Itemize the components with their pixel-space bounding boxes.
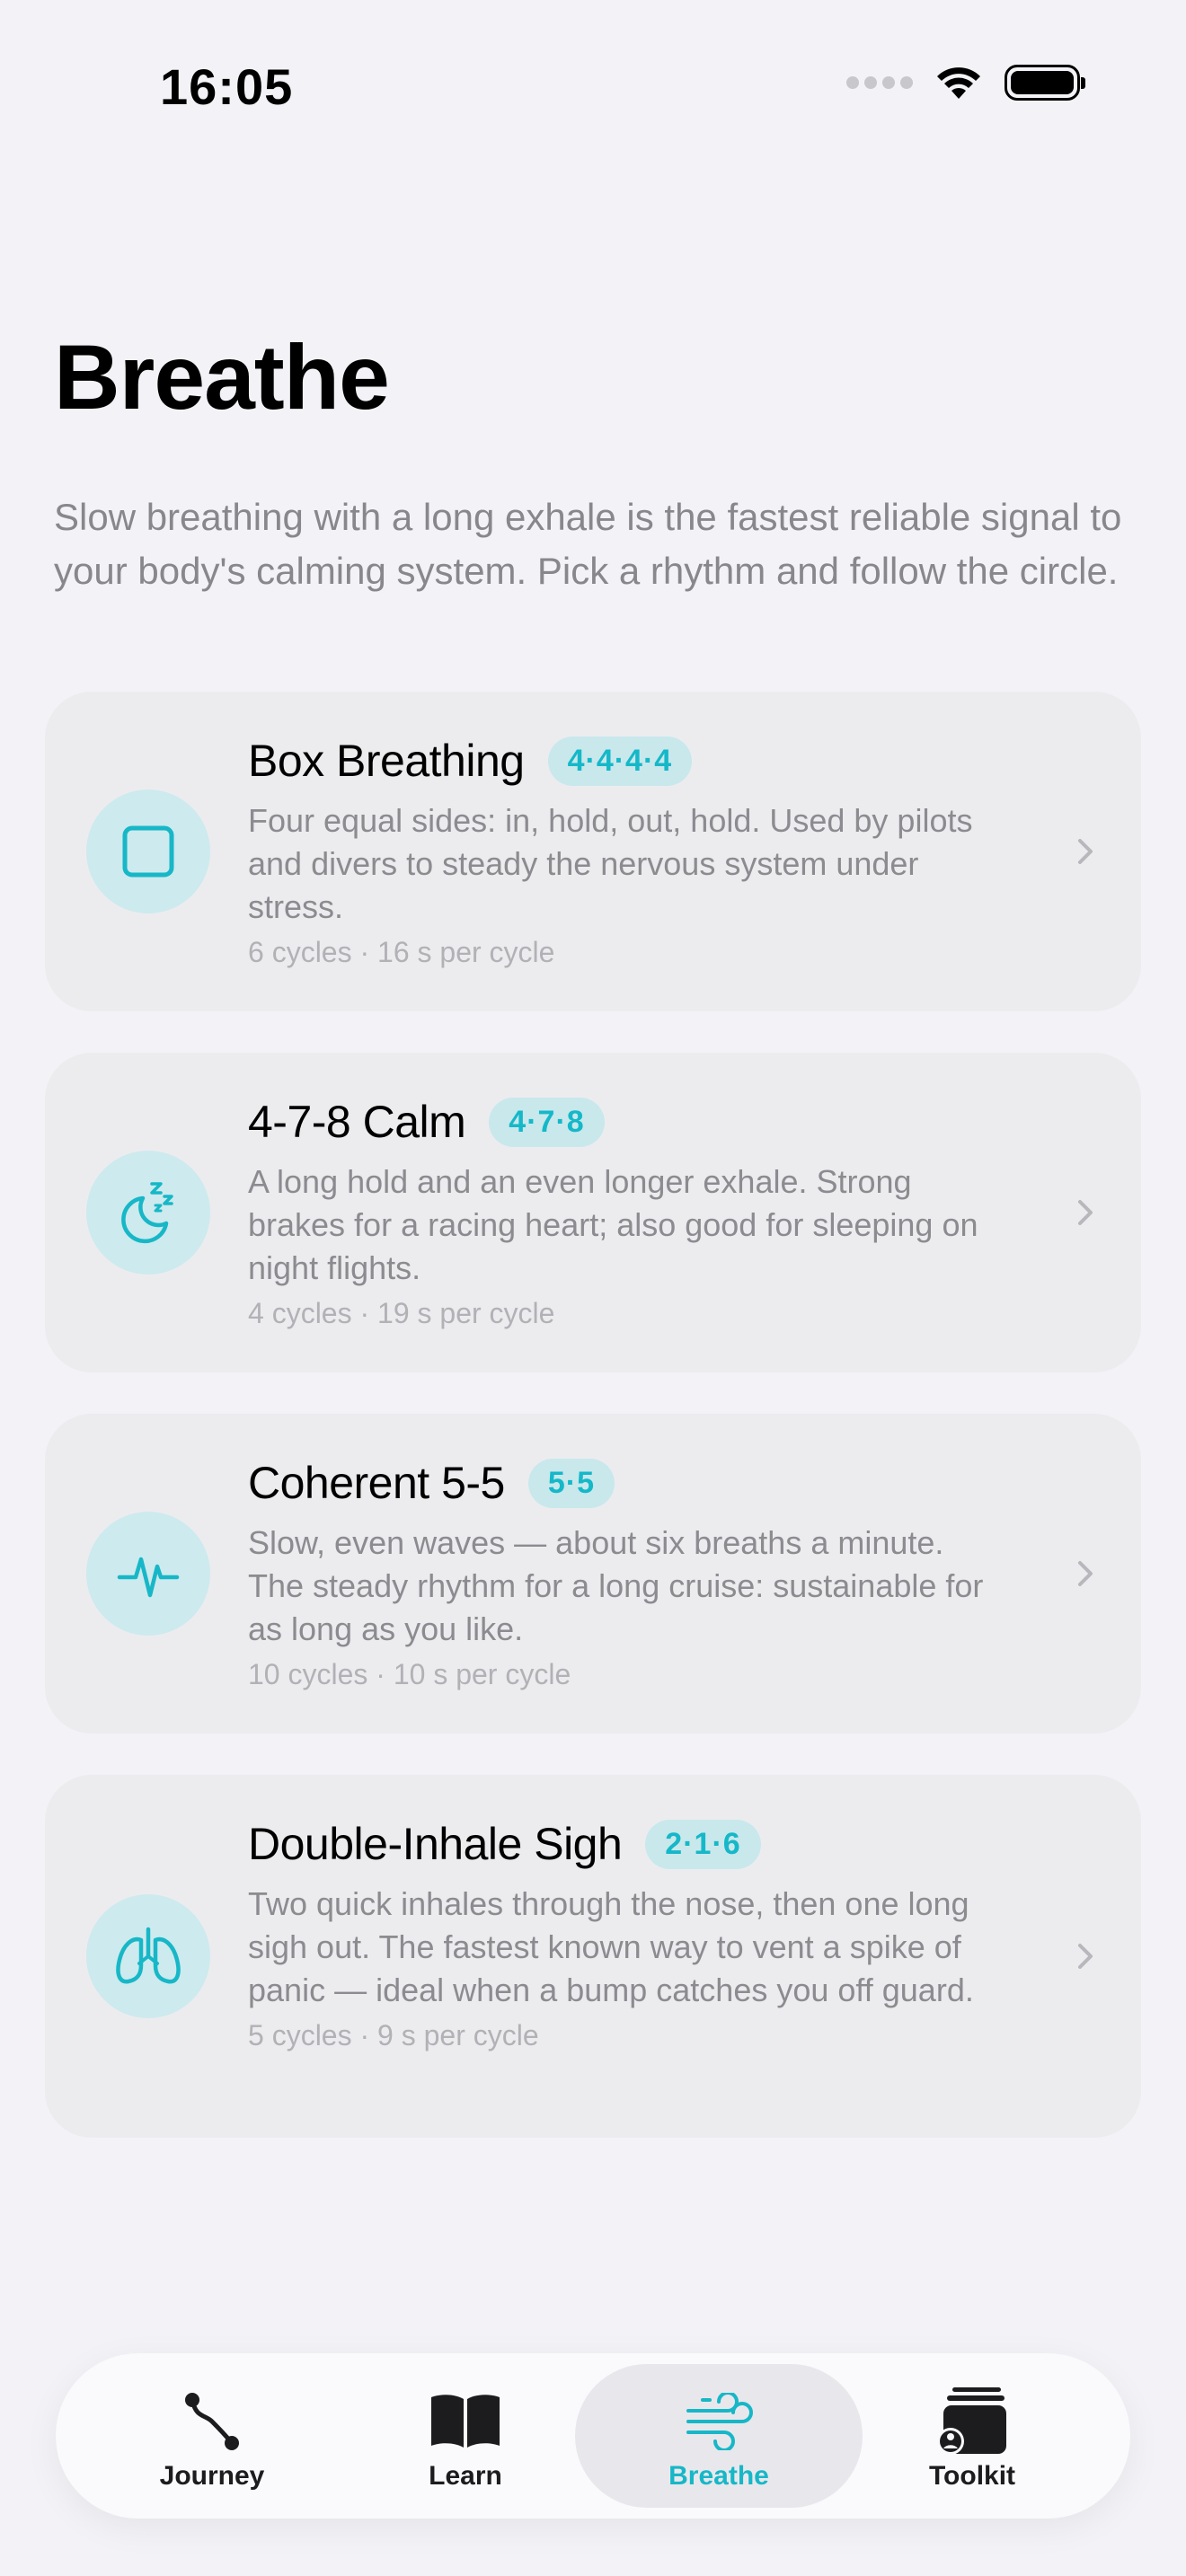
status-bar: 16:05 [0,0,1186,180]
wind-icon [678,2386,759,2457]
exercise-title: Double-Inhale Sigh [248,1819,623,1869]
square-icon [86,790,210,913]
tab-label: Breathe [668,2461,769,2491]
exercise-meta: 4 cycles · 19 s per cycle [248,1297,555,1329]
exercise-card-478-calm[interactable]: 4-7-8 Calm 4·7·8 A long hold and an even… [45,1053,1141,1372]
page-intro: Slow breathing with a long exhale is the… [54,496,1122,592]
rhythm-badge: 2·1·6 [645,1819,761,1869]
rhythm-badge: 4·7·8 [489,1097,605,1147]
battery-icon [1005,65,1085,101]
card-body: 4-7-8 Calm 4·7·8 A long hold and an even… [248,1096,1006,1331]
tab-bar: Journey Learn Breathe Toolkit [56,2353,1130,2519]
chevron-right-icon [1078,1944,1093,1969]
exercise-description: Slow, even waves — about six breaths a m… [248,1524,984,1647]
exercise-title: Box Breathing [248,736,525,786]
status-icons [846,63,1085,102]
exercise-description: Two quick inhales through the nose, then… [248,1885,974,2008]
card-body: Coherent 5-5 5·5 Slow, even waves — abou… [248,1457,1006,1692]
lungs-icon [86,1894,210,2018]
exercise-title: Coherent 5-5 [248,1458,505,1508]
chevron-right-icon [1078,1561,1093,1586]
tab-label: Learn [429,2461,502,2491]
exercise-card-double-inhale-sigh[interactable]: Double-Inhale Sigh 2·1·6 Two quick inhal… [45,1775,1141,2138]
tab-breathe[interactable]: Breathe [575,2364,863,2508]
exercise-title: 4-7-8 Calm [248,1097,466,1147]
waveform-pulse-icon [86,1512,210,1636]
rhythm-badge: 5·5 [527,1458,615,1508]
tab-learn[interactable]: Learn [322,2364,609,2508]
exercise-description: A long hold and an even longer exhale. S… [248,1163,978,1286]
toolkit-icon [932,2386,1013,2457]
tab-label: Toolkit [928,2461,1016,2491]
status-time: 16:05 [160,58,294,115]
wifi-icon [937,67,980,99]
page-title: Breathe [54,326,390,428]
chevron-right-icon [1078,1200,1093,1225]
exercise-card-box-breathing[interactable]: Box Breathing 4·4·4·4 Four equal sides: … [45,692,1141,1011]
moon-zzz-icon [86,1151,210,1275]
rhythm-badge: 4·4·4·4 [547,736,693,786]
exercise-description: Four equal sides: in, hold, out, hold. U… [248,802,973,925]
exercise-meta: 6 cycles · 16 s per cycle [248,936,555,968]
card-body: Double-Inhale Sigh 2·1·6 Two quick inhal… [248,1818,1006,2053]
book-icon [425,2386,506,2457]
path-icon [172,2386,252,2457]
exercise-meta: 5 cycles · 9 s per cycle [248,2019,539,2051]
cellular-signal-icon [846,76,913,89]
exercise-card-coherent-5-5[interactable]: Coherent 5-5 5·5 Slow, even waves — abou… [45,1414,1141,1734]
card-body: Box Breathing 4·4·4·4 Four equal sides: … [248,735,1006,970]
exercise-meta: 10 cycles · 10 s per cycle [248,1658,571,1690]
tab-journey[interactable]: Journey [68,2364,356,2508]
chevron-right-icon [1078,839,1093,864]
tab-label: Journey [159,2461,265,2491]
tab-toolkit[interactable]: Toolkit [828,2364,1116,2508]
